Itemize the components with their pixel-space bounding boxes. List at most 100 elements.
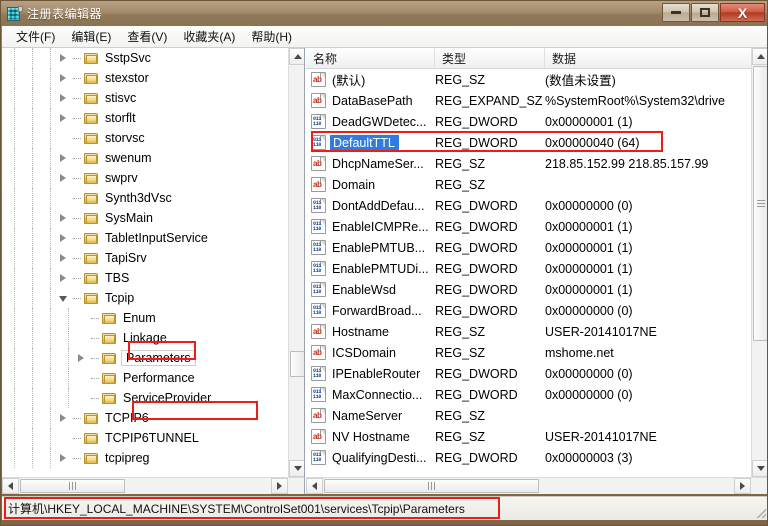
tree-item-stisvc[interactable]: stisvc (2, 88, 288, 108)
table-row[interactable]: EnableWsd REG_DWORD 0x00000001 (1) (306, 279, 751, 300)
menu-view[interactable]: 查看(V) (119, 26, 175, 47)
tree-item-synth3dvsc[interactable]: Synth3dVsc (2, 188, 288, 208)
tree-item-sysmain[interactable]: SysMain (2, 208, 288, 228)
resize-grip-icon[interactable] (754, 506, 766, 518)
table-row[interactable]: ICSDomain REG_SZ mshome.net (306, 342, 751, 363)
chevron-right-icon[interactable] (56, 448, 70, 468)
menu-help[interactable]: 帮助(H) (243, 26, 300, 47)
close-button[interactable]: X (720, 3, 765, 22)
tree-item-swprv[interactable]: swprv (2, 168, 288, 188)
tree-item-stexstor[interactable]: stexstor (2, 68, 288, 88)
table-row[interactable]: DontAddDefau... REG_DWORD 0x00000000 (0) (306, 195, 751, 216)
tree-guide-line (14, 228, 15, 248)
chevron-right-icon[interactable] (56, 168, 70, 188)
chevron-right-icon[interactable] (56, 268, 70, 288)
tree-item-tcpip6tunnel[interactable]: TCPIP6TUNNEL (2, 428, 288, 448)
list-scroll-right-button[interactable] (734, 478, 751, 494)
registry-tree-pane[interactable]: SstpSvc stexstor stisvc storflt storvsc swenu… (2, 48, 305, 494)
chevron-right-icon[interactable] (56, 108, 70, 128)
tree-item-parameters[interactable]: Parameters (2, 348, 288, 368)
column-header-data[interactable]: 数据 (545, 48, 751, 68)
table-row[interactable]: DefaultTTL REG_DWORD 0x00000040 (64) (306, 132, 751, 153)
tree-item-tabletinputservice[interactable]: TabletInputService (2, 228, 288, 248)
table-row[interactable]: DhcpNameSer... REG_SZ 218.85.152.99 218.85… (306, 153, 751, 174)
chevron-right-icon[interactable] (56, 408, 70, 428)
table-row[interactable]: NameServer REG_SZ (306, 405, 751, 426)
table-row[interactable]: ForwardBroad... REG_DWORD 0x00000000 (0) (306, 300, 751, 321)
list-scroll-left-button[interactable] (306, 478, 323, 494)
list-scroll-up-button[interactable] (752, 48, 767, 65)
tree-item-tcpipreg[interactable]: tcpipreg (2, 448, 288, 468)
menu-edit[interactable]: 编辑(E) (63, 26, 119, 47)
table-row[interactable]: Hostname REG_SZ USER-20141017NE (306, 321, 751, 342)
table-row[interactable]: EnablePMTUDi... REG_DWORD 0x00000001 (1) (306, 258, 751, 279)
tree-item-linkage[interactable]: Linkage (2, 328, 288, 348)
registry-values-pane[interactable]: 名称 类型 数据 (默认) REG_SZ (数值未设置) DataBasePath RE… (306, 48, 767, 494)
list-scroll-down-button[interactable] (752, 460, 767, 477)
tree-item-storflt[interactable]: storflt (2, 108, 288, 128)
chevron-right-icon[interactable] (56, 148, 70, 168)
table-row[interactable]: DataBasePath REG_EXPAND_SZ%SystemRoot%\Sy… (306, 90, 751, 111)
table-row[interactable]: MaxConnectio... REG_DWORD 0x00000000 (0) (306, 384, 751, 405)
tree-scroll-down-button[interactable] (289, 460, 304, 477)
list-vertical-scrollbar[interactable] (751, 48, 767, 477)
chevron-right-icon[interactable] (56, 228, 70, 248)
table-row[interactable]: QualifyingDesti... REG_DWORD 0x00000003 (3… (306, 447, 751, 468)
value-name-cell: (默认) (306, 70, 433, 89)
chevron-right-icon[interactable] (74, 348, 88, 368)
chevron-down-icon[interactable] (56, 288, 70, 308)
tree-item-enum[interactable]: Enum (2, 308, 288, 328)
chevron-right-icon[interactable] (56, 68, 70, 88)
tree-guide-line (14, 308, 15, 328)
folder-icon (84, 92, 99, 105)
tree-vertical-scrollbar[interactable] (288, 48, 304, 477)
menu-file[interactable]: 文件(F) (8, 26, 63, 47)
table-row[interactable]: DeadGWDetec... REG_DWORD 0x00000001 (1) (306, 111, 751, 132)
tree-scroll-thumb[interactable] (290, 351, 304, 377)
scroll-down-icon (756, 466, 765, 471)
chevron-right-icon[interactable] (56, 88, 70, 108)
tree-guide-line (32, 348, 33, 368)
tree-scroll-right-button[interactable] (271, 478, 288, 494)
table-row[interactable]: EnablePMTUB... REG_DWORD 0x00000001 (1) (306, 237, 751, 258)
dword-value-icon (311, 240, 326, 255)
tree-item-performance[interactable]: Performance (2, 368, 288, 388)
table-row[interactable]: NV Hostname REG_SZ USER-20141017NE (306, 426, 751, 447)
tree-item-swenum[interactable]: swenum (2, 148, 288, 168)
tree-item-tcpip6[interactable]: TCPIP6 (2, 408, 288, 428)
tree-item-sstpsvc[interactable]: SstpSvc (2, 48, 288, 68)
tree-scroll-up-button[interactable] (289, 48, 304, 65)
title-bar[interactable]: 注册表编辑器 X (1, 1, 767, 26)
list-scroll-thumb[interactable] (753, 66, 767, 341)
tree-scroll-left-button[interactable] (2, 478, 19, 494)
table-row[interactable]: (默认) REG_SZ (数值未设置) (306, 69, 751, 90)
registry-values-list[interactable]: (默认) REG_SZ (数值未设置) DataBasePath REG_EXPAND_… (306, 69, 751, 477)
table-row[interactable]: EnableICMPRe... REG_DWORD 0x00000001 (1) (306, 216, 751, 237)
maximize-button[interactable] (691, 3, 719, 22)
registry-tree[interactable]: SstpSvc stexstor stisvc storflt storvsc swenu… (2, 48, 288, 477)
column-header-type[interactable]: 类型 (435, 48, 545, 68)
tree-guide-line (50, 348, 51, 368)
tree-item-tcpip[interactable]: Tcpip (2, 288, 288, 308)
tree-horizontal-scrollbar[interactable] (2, 477, 304, 494)
column-header-name[interactable]: 名称 (306, 48, 435, 68)
list-hscroll-thumb[interactable] (324, 479, 539, 493)
tree-hscroll-thumb[interactable] (20, 479, 125, 493)
chevron-right-icon[interactable] (56, 48, 70, 68)
folder-icon (102, 372, 117, 385)
value-type: REG_EXPAND_SZ (435, 93, 543, 108)
table-row[interactable]: Domain REG_SZ (306, 174, 751, 195)
table-row[interactable]: IPEnableRouter REG_DWORD 0x00000000 (0) (306, 363, 751, 384)
tree-item-storvsc[interactable]: storvsc (2, 128, 288, 148)
list-horizontal-scrollbar[interactable] (306, 477, 767, 494)
tree-item-serviceprovider[interactable]: ServiceProvider (2, 388, 288, 408)
chevron-right-icon[interactable] (56, 248, 70, 268)
minimize-button[interactable] (662, 3, 690, 22)
tree-guide-line (50, 328, 51, 348)
tree-guide-line (32, 88, 33, 108)
chevron-right-icon[interactable] (56, 208, 70, 228)
tree-item-label: stexstor (105, 71, 149, 85)
tree-item-tapisrv[interactable]: TapiSrv (2, 248, 288, 268)
tree-item-tbs[interactable]: TBS (2, 268, 288, 288)
menu-favorites[interactable]: 收藏夹(A) (175, 26, 243, 47)
